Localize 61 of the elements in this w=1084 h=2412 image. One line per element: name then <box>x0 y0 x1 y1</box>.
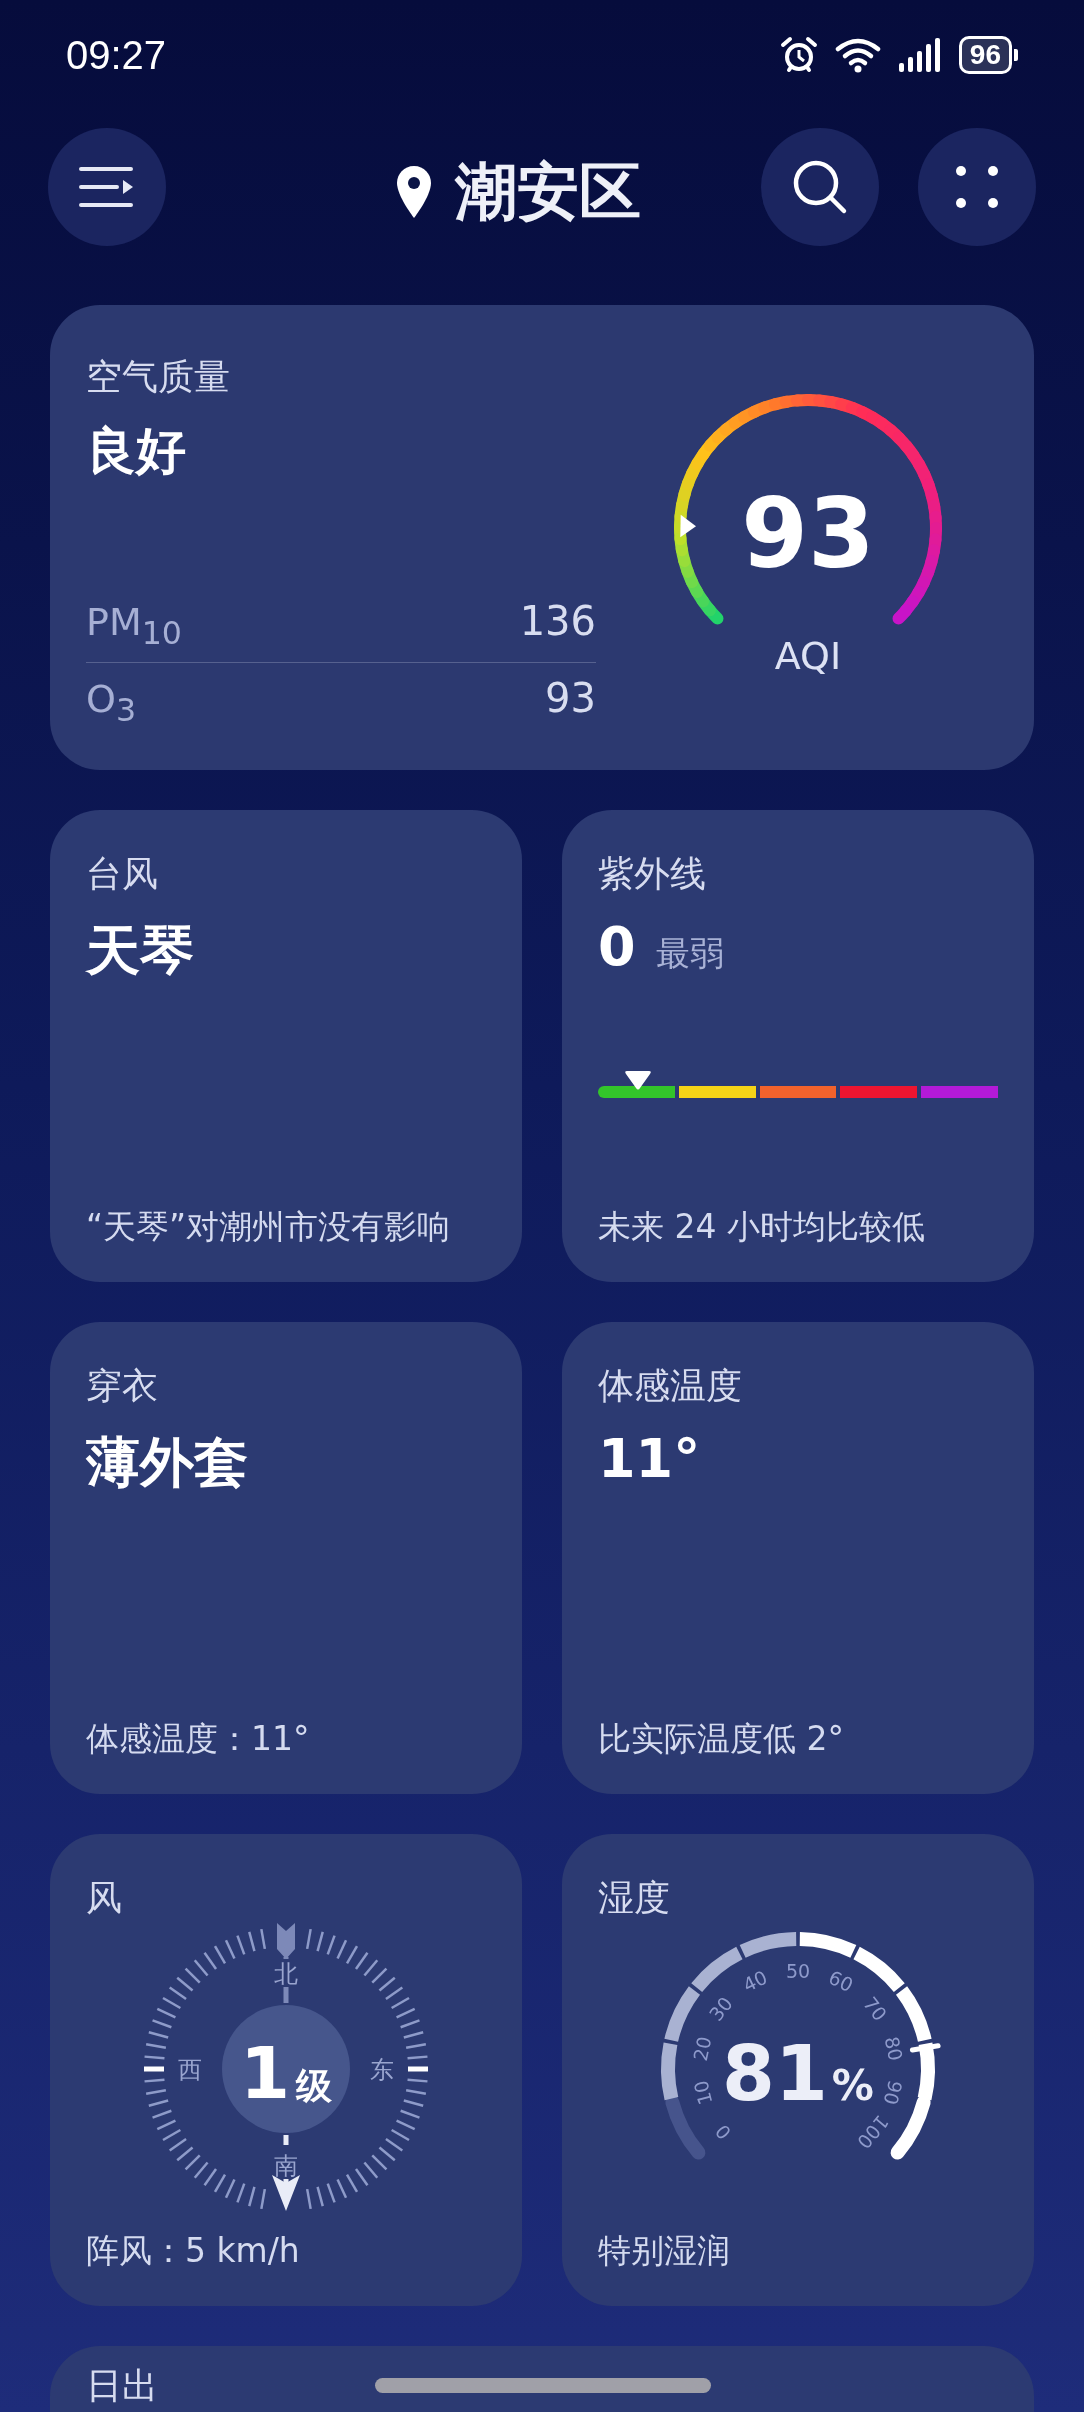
location-title: 潮安区 <box>455 154 641 230</box>
gauge-tick-label: 70 <box>859 1992 892 2025</box>
gauge-tick-label: 30 <box>704 1992 737 2025</box>
air-quality-status: 良好 <box>86 421 187 482</box>
battery-indicator: 96 <box>958 36 1018 74</box>
card-value: 薄外套 <box>86 1430 249 1496</box>
compass-label: 东 <box>370 2056 394 2084</box>
card-title: 空气质量 <box>86 355 230 399</box>
gauge-tick-label: 50 <box>785 1960 811 1982</box>
pollutant-value: 136 <box>519 597 596 644</box>
card-footer: 特别湿润 <box>598 2229 998 2274</box>
grid-dots-icon <box>956 166 998 208</box>
gauge-tick-label: 60 <box>825 1965 857 1997</box>
sunrise-card[interactable]: 日出 <box>50 2346 1034 2412</box>
aqi-value: 93 <box>740 478 876 590</box>
wind-card[interactable]: 风 北 东 南 西 1 级 阵风：5 km/h <box>50 1834 522 2306</box>
gauge-tick-label: 10 <box>689 2078 717 2108</box>
wifi-icon <box>834 37 881 73</box>
uv-level-text: 最弱 <box>655 932 724 975</box>
card-footer: 未来 24 小时均比较低 <box>598 1205 998 1250</box>
pollutant-name: PM$_{10}$ <box>86 599 182 651</box>
card-title: 体感温度 <box>598 1364 742 1408</box>
info-card[interactable]: 台风 天琴 “天琴”对潮州市没有影响 <box>50 810 522 1282</box>
air-quality-card[interactable]: 空气质量 良好 PM$_{10}$ 136 O$_{3}$ 93 93 AQI <box>50 305 1034 770</box>
aqi-label: AQI <box>773 634 843 678</box>
info-card[interactable]: 体感温度 11° 比实际温度低 2° <box>562 1322 1034 1794</box>
card-footer: 阵风：5 km/h <box>86 2229 486 2274</box>
pollutant-value: 93 <box>545 675 596 722</box>
gauge-tick-label: 90 <box>879 2078 907 2108</box>
alarm-icon <box>778 36 819 74</box>
gauge-tick-label: 80 <box>880 2034 908 2063</box>
humidity-unit: % <box>831 2061 874 2110</box>
gauge-tick-label: 20 <box>688 2034 716 2063</box>
compass-label: 南 <box>274 2152 298 2180</box>
uv-card[interactable]: 紫外线 0 最弱 未来 24 小时均比较低 <box>562 810 1034 1282</box>
card-footer: 比实际温度低 2° <box>598 1717 998 1762</box>
card-title: 台风 <box>86 852 158 896</box>
card-footer: “天琴”对潮州市没有影响 <box>86 1205 486 1250</box>
card-title: 日出 <box>86 2364 158 2408</box>
wind-unit: 级 <box>296 2064 333 2108</box>
aqi-marker <box>680 514 696 538</box>
card-title: 紫外线 <box>598 852 706 896</box>
card-value: 天琴 <box>86 918 195 984</box>
location-pin-icon <box>395 164 433 220</box>
gauge-tick-label: 0 <box>710 2120 736 2144</box>
info-card[interactable]: 穿衣 薄外套 体感温度：11° <box>50 1322 522 1794</box>
status-time: 09:27 <box>66 32 167 78</box>
card-title: 穿衣 <box>86 1364 158 1408</box>
humidity-value: 81 <box>722 2029 828 2118</box>
card-value: 11° <box>598 1427 702 1490</box>
humidity-needle <box>909 2043 941 2053</box>
compass-label: 西 <box>178 2056 202 2084</box>
gauge-tick-label: 40 <box>739 1965 771 1997</box>
uv-value: 0 <box>598 915 636 978</box>
card-title: 风 <box>86 1876 122 1920</box>
card-footer: 体感温度：11° <box>86 1717 486 1762</box>
compass-label: 北 <box>274 1960 298 1988</box>
card-title: 湿度 <box>598 1876 670 1920</box>
pollutant-name: O$_{3}$ <box>86 677 137 728</box>
signal-icon <box>896 37 943 73</box>
wind-level: 1 <box>239 2031 291 2115</box>
